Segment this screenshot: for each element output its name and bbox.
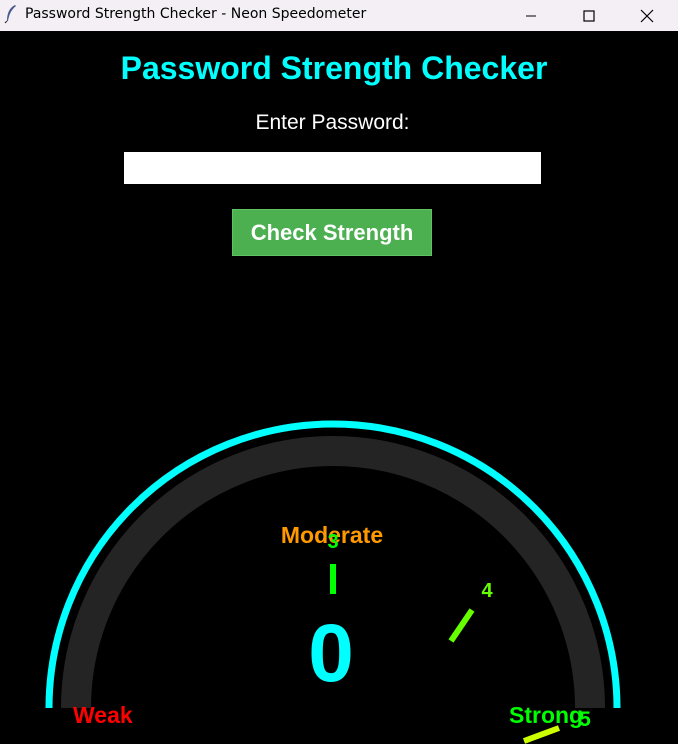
feather-icon xyxy=(4,5,16,24)
strength-gauge: Moderate 3 4 5 0 Weak Strong xyxy=(45,420,621,744)
gauge-label-weak: Weak xyxy=(73,702,133,728)
gauge-label-strong: Strong xyxy=(509,702,583,728)
minimize-icon xyxy=(526,15,536,16)
gauge-tick-label-4: 4 xyxy=(481,580,493,602)
title-bar: Password Strength Checker - Neon Speedom… xyxy=(0,0,678,31)
strength-score: 0 xyxy=(308,608,354,699)
close-button[interactable] xyxy=(618,0,676,31)
gauge-tick-label-3: 3 xyxy=(327,531,338,553)
maximize-button[interactable] xyxy=(560,0,618,31)
app-window-content: Password Strength Checker Enter Password… xyxy=(0,31,678,744)
gauge-tick-5 xyxy=(522,725,561,744)
minimize-button[interactable] xyxy=(502,0,560,31)
close-icon xyxy=(640,9,654,22)
maximize-icon xyxy=(583,9,595,22)
window-title: Password Strength Checker - Neon Speedom… xyxy=(25,6,367,22)
gauge-tick-4 xyxy=(448,608,475,643)
